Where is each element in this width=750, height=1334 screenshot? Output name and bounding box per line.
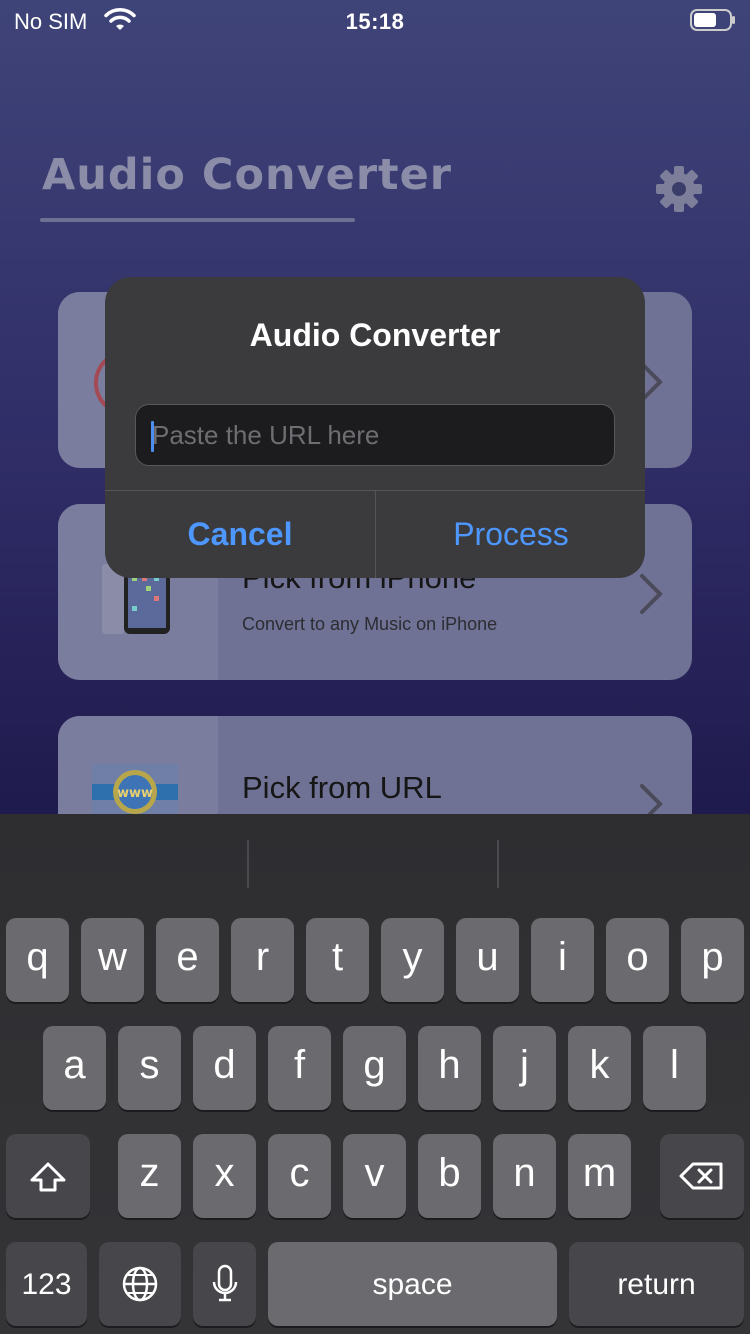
backspace-icon bbox=[679, 1162, 723, 1190]
process-button[interactable]: Process bbox=[376, 491, 645, 578]
key-f[interactable]: f bbox=[268, 1026, 331, 1110]
key-z[interactable]: z bbox=[118, 1134, 181, 1218]
shift-icon bbox=[30, 1162, 66, 1192]
predictive-divider bbox=[247, 840, 249, 888]
title-underline bbox=[40, 218, 355, 222]
key-v[interactable]: v bbox=[343, 1134, 406, 1218]
space-key-label: space bbox=[372, 1268, 453, 1301]
key-l[interactable]: l bbox=[643, 1026, 706, 1110]
numbers-key[interactable]: 123 bbox=[6, 1242, 87, 1326]
key-h[interactable]: h bbox=[418, 1026, 481, 1110]
card-subtitle: Convert to any Music on iPhone bbox=[242, 614, 498, 634]
key-x[interactable]: x bbox=[193, 1134, 256, 1218]
key-k[interactable]: k bbox=[568, 1026, 631, 1110]
return-key-label: return bbox=[617, 1268, 696, 1301]
gear-icon[interactable] bbox=[654, 164, 704, 214]
url-alert-dialog: Audio Converter Cancel Process bbox=[105, 277, 645, 578]
key-m[interactable]: m bbox=[568, 1134, 631, 1218]
globe-icon bbox=[122, 1266, 158, 1302]
keyboard: q w e r t y u i o p a s d f g h j k l z … bbox=[0, 814, 750, 1334]
numbers-key-label: 123 bbox=[21, 1268, 72, 1301]
dictation-key[interactable] bbox=[193, 1242, 256, 1326]
battery-icon bbox=[690, 9, 735, 31]
predictive-divider bbox=[497, 840, 499, 888]
url-input-container[interactable] bbox=[135, 404, 615, 466]
key-a[interactable]: a bbox=[43, 1026, 106, 1110]
return-key[interactable]: return bbox=[569, 1242, 744, 1326]
alert-title: Audio Converter bbox=[249, 317, 501, 353]
key-g[interactable]: g bbox=[343, 1026, 406, 1110]
key-t[interactable]: t bbox=[306, 918, 369, 1002]
key-w[interactable]: w bbox=[81, 918, 144, 1002]
key-y[interactable]: y bbox=[381, 918, 444, 1002]
key-b[interactable]: b bbox=[418, 1134, 481, 1218]
space-key[interactable]: space bbox=[268, 1242, 557, 1326]
page-title: Audio Converter bbox=[42, 150, 452, 200]
cancel-button[interactable]: Cancel bbox=[105, 491, 375, 578]
key-e[interactable]: e bbox=[156, 918, 219, 1002]
key-s[interactable]: s bbox=[118, 1026, 181, 1110]
url-input[interactable] bbox=[152, 405, 592, 465]
key-i[interactable]: i bbox=[531, 918, 594, 1002]
delete-key[interactable] bbox=[660, 1134, 744, 1218]
key-c[interactable]: c bbox=[268, 1134, 331, 1218]
key-n[interactable]: n bbox=[493, 1134, 556, 1218]
shift-key[interactable] bbox=[6, 1134, 90, 1218]
card-title: Pick from URL bbox=[242, 770, 442, 805]
chevron-right-icon bbox=[640, 574, 663, 614]
key-p[interactable]: p bbox=[681, 918, 744, 1002]
key-d[interactable]: d bbox=[193, 1026, 256, 1110]
microphone-icon bbox=[212, 1264, 237, 1302]
key-r[interactable]: r bbox=[231, 918, 294, 1002]
key-q[interactable]: q bbox=[6, 918, 69, 1002]
svg-text:www: www bbox=[117, 786, 153, 801]
key-j[interactable]: j bbox=[493, 1026, 556, 1110]
status-bar: No SIM 15:18 bbox=[0, 0, 750, 42]
key-o[interactable]: o bbox=[606, 918, 669, 1002]
clock: 15:18 bbox=[345, 9, 405, 34]
key-u[interactable]: u bbox=[456, 918, 519, 1002]
globe-key[interactable] bbox=[99, 1242, 181, 1326]
